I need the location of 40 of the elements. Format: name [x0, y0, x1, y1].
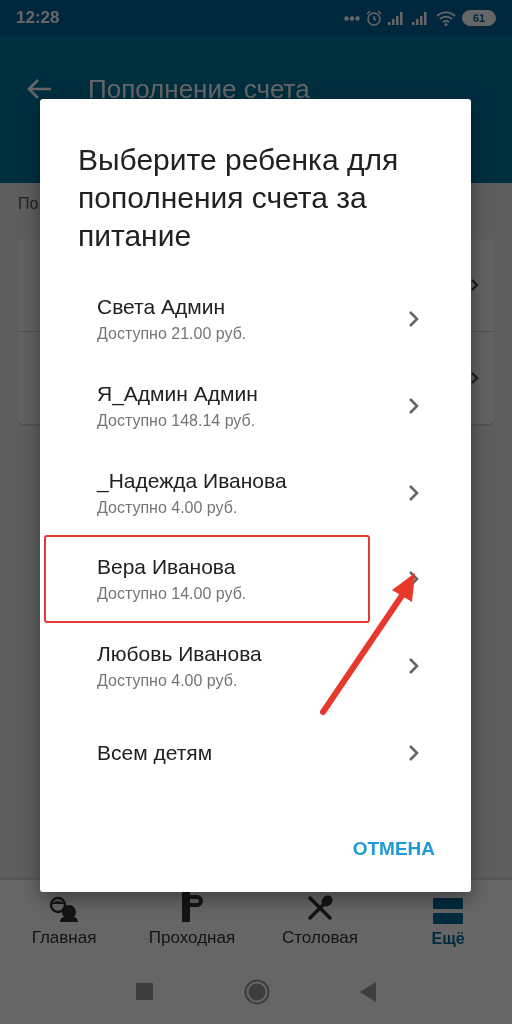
child-list-item[interactable]: _Надежда Иванова Доступно 4.00 руб.	[40, 449, 471, 537]
child-list-item[interactable]: Любовь Иванова Доступно 4.00 руб.	[40, 622, 471, 710]
wifi-icon	[436, 10, 456, 26]
balance-text: Доступно 14.00 руб.	[97, 585, 248, 604]
child-list-item[interactable]: Света Админ Доступно 21.00 руб.	[40, 276, 471, 363]
section-label: По	[18, 195, 39, 214]
alarm-icon	[366, 10, 382, 26]
more-dots-icon	[344, 15, 360, 21]
clock-time: 12:28	[16, 8, 60, 28]
turnstile-icon	[179, 892, 205, 922]
chevron-icon	[408, 657, 420, 676]
back-icon[interactable]	[360, 982, 376, 1002]
signal-icon	[412, 11, 430, 25]
child-name: Я_Админ Админ	[97, 382, 259, 407]
balance-text: Доступно 148.14 руб.	[97, 412, 257, 431]
signal-icon	[388, 11, 406, 25]
child-list-item[interactable]: Я_Админ Админ Доступно 148.14 руб.	[40, 362, 471, 450]
screen-title: Пополнение счета	[88, 76, 310, 102]
back-arrow-icon[interactable]	[26, 78, 52, 100]
child-list-item[interactable]: Всем детям	[40, 709, 471, 797]
battery-icon: 61	[462, 10, 496, 26]
recents-icon[interactable]	[136, 983, 154, 1001]
dialog-title: Выберите ребенка для пополнения счета за питание	[78, 142, 400, 254]
balance-text: Доступно 21.00 руб.	[97, 325, 248, 344]
balance-text: Доступно 4.00 руб.	[97, 672, 239, 691]
chevron-icon	[408, 310, 420, 329]
fork-spoon-icon	[306, 894, 334, 922]
menu-icon	[433, 898, 463, 924]
home-icon[interactable]	[244, 979, 270, 1005]
chevron-icon	[408, 483, 420, 502]
chevron-icon	[408, 743, 420, 762]
child-name: Всем детям	[97, 740, 214, 765]
child-name: Вера Иванова	[97, 555, 237, 580]
child-list-item[interactable]: Вера Иванова Доступно 14.00 руб.	[40, 536, 471, 623]
child-name: Света Админ	[97, 295, 226, 320]
chevron-icon	[408, 397, 420, 416]
child-name: Любовь Иванова	[97, 642, 263, 667]
children-icon	[47, 896, 81, 922]
balance-text: Доступно 4.00 руб.	[97, 498, 239, 517]
child-name: _Надежда Иванова	[97, 468, 288, 493]
